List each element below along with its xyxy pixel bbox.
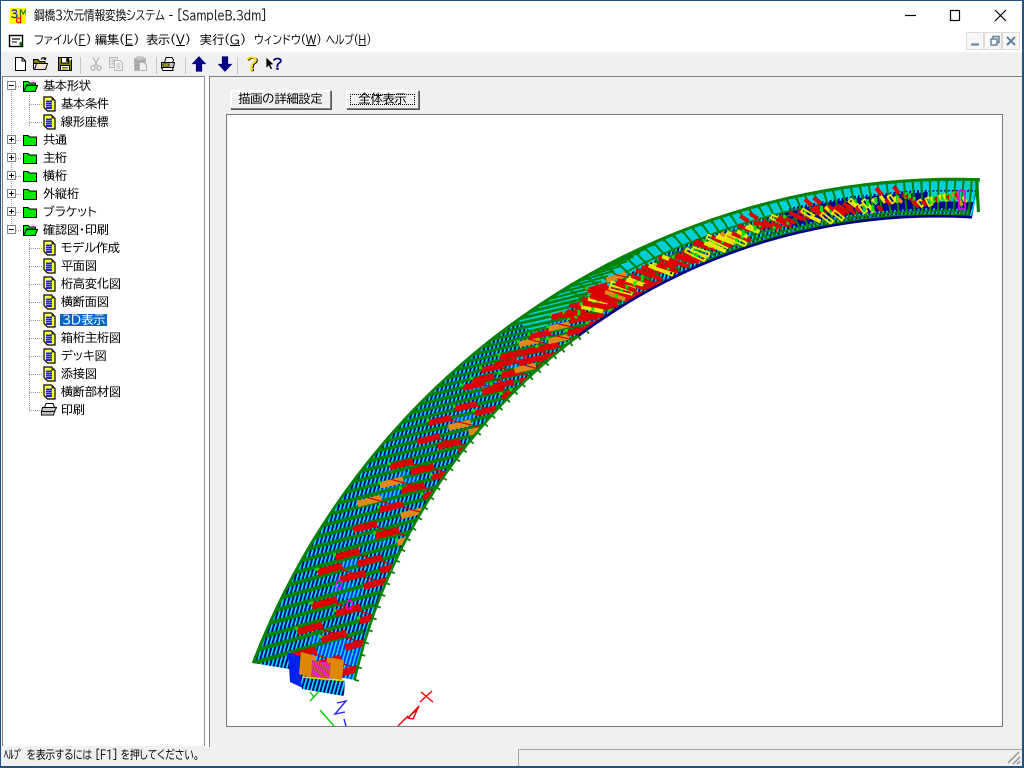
svg-text:M: M [20,8,27,17]
svg-text:?: ? [246,56,258,72]
